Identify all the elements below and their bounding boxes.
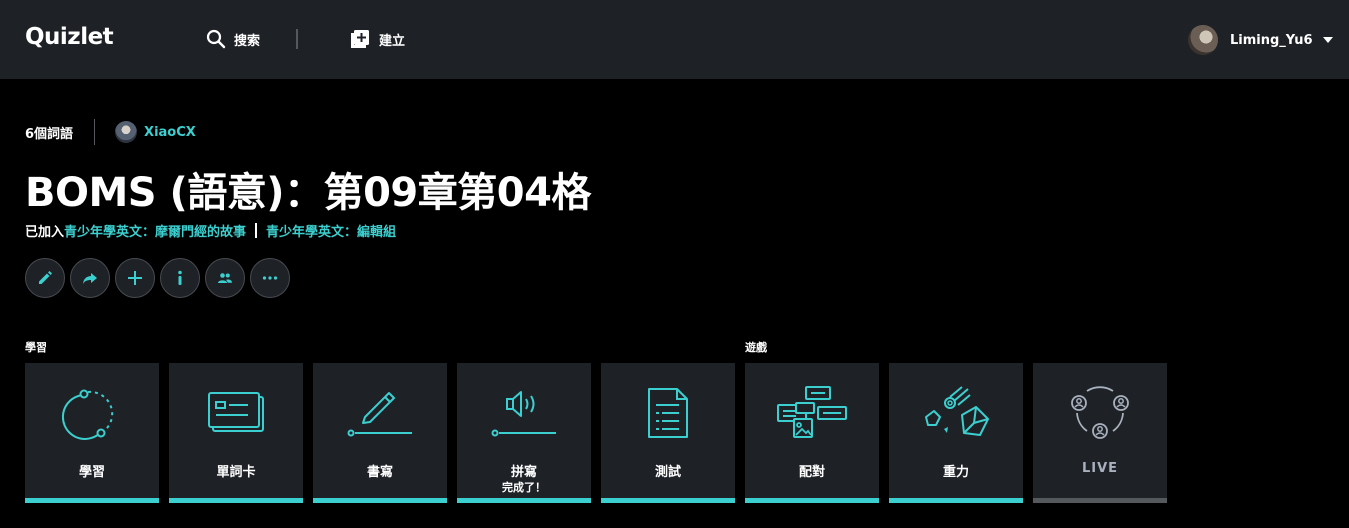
user-avatar: [1188, 25, 1218, 55]
mode-label: 學習: [78, 465, 105, 480]
quizlet-logo[interactable]: Quizlet: [25, 24, 114, 50]
gravity-icon: [925, 386, 989, 436]
author-link[interactable]: XiaoCX: [144, 125, 196, 140]
set-actions: [25, 258, 295, 298]
set-title: BOMS (語意)：第09章第04格: [25, 170, 591, 216]
mode-card-gravity[interactable]: 重力: [889, 363, 1023, 503]
folder-link[interactable]: 青少年學英文：摩爾門經的故事: [64, 221, 246, 240]
people-icon: [218, 273, 232, 283]
mode-label: 拼寫: [510, 465, 537, 480]
top-nav: Quizlet 搜索 建立 Liming_Yu6: [0, 0, 1349, 79]
mode-card-match[interactable]: 配對: [745, 363, 879, 503]
completed-label: 完成了！: [502, 481, 546, 494]
folder-separator: [255, 223, 258, 238]
mode-card-learn[interactable]: 學習: [25, 363, 159, 503]
meta-divider: [94, 119, 96, 145]
share-with-class-button[interactable]: [205, 258, 245, 298]
set-meta: 6個詞語 XiaoCX: [25, 118, 196, 146]
term-count: 6個詞語: [25, 126, 74, 142]
more-button[interactable]: [250, 258, 290, 298]
mode-label: 測試: [654, 465, 681, 480]
share-icon: [83, 273, 97, 284]
progress-bar: [601, 498, 735, 503]
added-to-label: 已加入: [25, 225, 65, 240]
mode-label: 單詞卡: [216, 465, 256, 480]
games-section-label: 遊戲: [745, 341, 767, 354]
pencil-icon: [39, 271, 52, 284]
test-icon: [648, 388, 688, 438]
progress-bar: [313, 498, 447, 503]
progress-bar: [745, 498, 879, 503]
search-button[interactable]: 搜索: [206, 28, 260, 50]
folder-link[interactable]: 青少年學英文：編輯組: [266, 221, 396, 240]
create-label: 建立: [379, 33, 406, 49]
spell-icon: [491, 391, 556, 437]
mode-label: 配對: [798, 465, 825, 480]
author-avatar[interactable]: [115, 121, 138, 143]
create-button[interactable]: 建立: [350, 28, 405, 50]
add-button[interactable]: [115, 258, 155, 298]
share-button[interactable]: [70, 258, 110, 298]
search-icon: [206, 29, 226, 49]
username: Liming_Yu6: [1230, 32, 1313, 48]
mode-label: 書寫: [366, 465, 393, 480]
plus-icon: [128, 271, 142, 285]
mode-card-flashcards[interactable]: 單詞卡: [169, 363, 303, 503]
more-dots-icon: [262, 276, 278, 280]
mode-label: LIVE: [1081, 461, 1119, 476]
mode-card-write[interactable]: 書寫: [313, 363, 447, 503]
search-label: 搜索: [234, 33, 261, 49]
study-modes: 學習 單詞卡 書寫 拼寫 完成了！ 測試 配對 重力 LIVE: [25, 363, 1177, 503]
create-set-icon: [351, 30, 369, 48]
flashcards-icon: [208, 392, 264, 432]
info-icon: [178, 270, 182, 285]
nav-divider: [296, 29, 298, 49]
mode-label: 重力: [942, 465, 969, 480]
learn-icon: [62, 389, 114, 440]
mode-card-spell[interactable]: 拼寫 完成了！: [457, 363, 591, 503]
progress-bar: [25, 498, 159, 503]
progress-bar: [169, 498, 303, 503]
info-button[interactable]: [160, 258, 200, 298]
folder-list: 已加入 青少年學英文：摩爾門經的故事 青少年學英文：編輯組: [25, 221, 396, 240]
user-menu[interactable]: Liming_Yu6: [1188, 25, 1333, 55]
live-icon: [1071, 386, 1129, 439]
mode-card-test[interactable]: 測試: [601, 363, 735, 503]
progress-bar: [1033, 498, 1167, 503]
progress-bar: [889, 498, 1023, 503]
study-section-label: 學習: [25, 341, 47, 354]
progress-bar: [457, 498, 591, 503]
write-icon: [347, 392, 412, 437]
caret-down-icon: [1322, 37, 1333, 43]
mode-card-live[interactable]: LIVE: [1033, 363, 1167, 503]
match-icon: [777, 386, 847, 438]
edit-button[interactable]: [25, 258, 65, 298]
